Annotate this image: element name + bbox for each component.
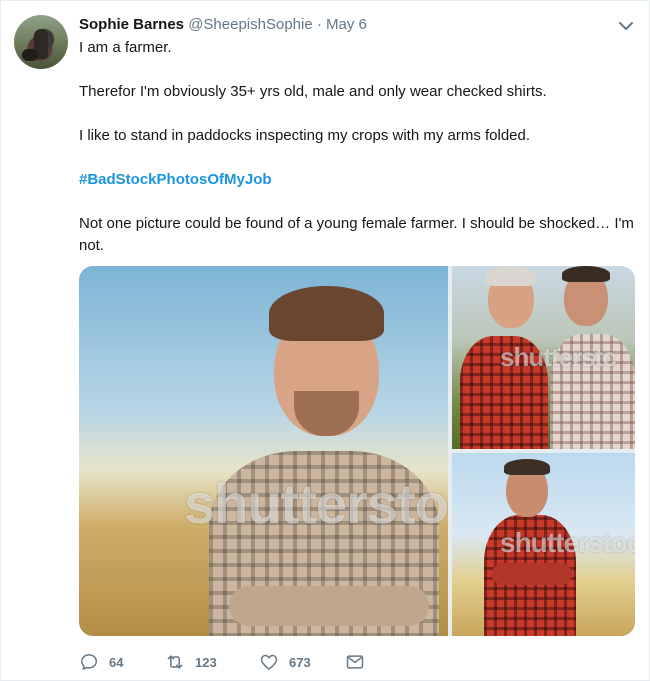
author-name[interactable]: Sophie Barnes <box>79 16 184 33</box>
avatar-dog-figure <box>22 49 38 61</box>
author-handle[interactable]: @SheepishSophie <box>188 16 312 33</box>
tweet-card[interactable]: Sophie Barnes @SheepishSophie · May 6 I … <box>0 0 650 681</box>
avatar[interactable] <box>14 15 68 69</box>
folded-arms <box>492 563 572 585</box>
retweet-count: 123 <box>195 654 217 670</box>
older-farmer-hair <box>486 266 536 286</box>
direct-message-button[interactable] <box>345 651 365 673</box>
reply-button[interactable]: 64 <box>79 651 123 673</box>
like-button[interactable]: 673 <box>259 651 311 673</box>
tweet-paragraph-1: I am a farmer. <box>79 39 172 56</box>
tweet-text: I am a farmer. Therefor I'm obviously 35… <box>79 37 635 257</box>
direct-message-icon <box>346 655 364 669</box>
tweet-paragraph-2: Therefor I'm obviously 35+ yrs old, male… <box>79 83 547 100</box>
reply-count: 64 <box>109 654 124 670</box>
farmer-smiling-arms-folded-photo[interactable]: shutterstoc <box>79 266 448 636</box>
header-separator: · <box>316 16 322 33</box>
younger-farmer-hair <box>562 266 610 282</box>
chevron-down-icon[interactable] <box>617 17 635 35</box>
media-grid: shutterstoc shutterstc shutterstoc <box>79 266 635 636</box>
tweet-header: Sophie Barnes @SheepishSophie · May 6 <box>79 15 619 35</box>
like-count: 673 <box>289 654 311 670</box>
retweet-icon <box>167 655 183 669</box>
hashtag-link[interactable]: #BadStockPhotosOfMyJob <box>79 169 635 191</box>
farmer-hair <box>269 286 384 341</box>
tweet-actions: 64 123 673 <box>79 651 635 673</box>
tweet-paragraph-5: Not one picture could be found of a youn… <box>79 215 634 254</box>
two-farmers-inspecting-crops-photo[interactable]: shutterstc <box>452 266 635 449</box>
like-icon <box>260 654 278 670</box>
farmer-hair <box>504 459 550 475</box>
reply-icon <box>81 654 97 670</box>
watermark-text: shutterstoc <box>500 527 635 558</box>
watermark-text: shutterstc <box>500 342 617 372</box>
tweet-paragraph-3: I like to stand in paddocks inspecting m… <box>79 127 531 144</box>
watermark-text: shutterstoc <box>184 472 448 535</box>
tweet-date[interactable]: May 6 <box>326 16 367 33</box>
folded-arms <box>229 586 429 626</box>
retweet-button[interactable]: 123 <box>165 651 217 673</box>
farmer-in-red-plaid-field-photo[interactable]: shutterstoc <box>452 453 635 636</box>
